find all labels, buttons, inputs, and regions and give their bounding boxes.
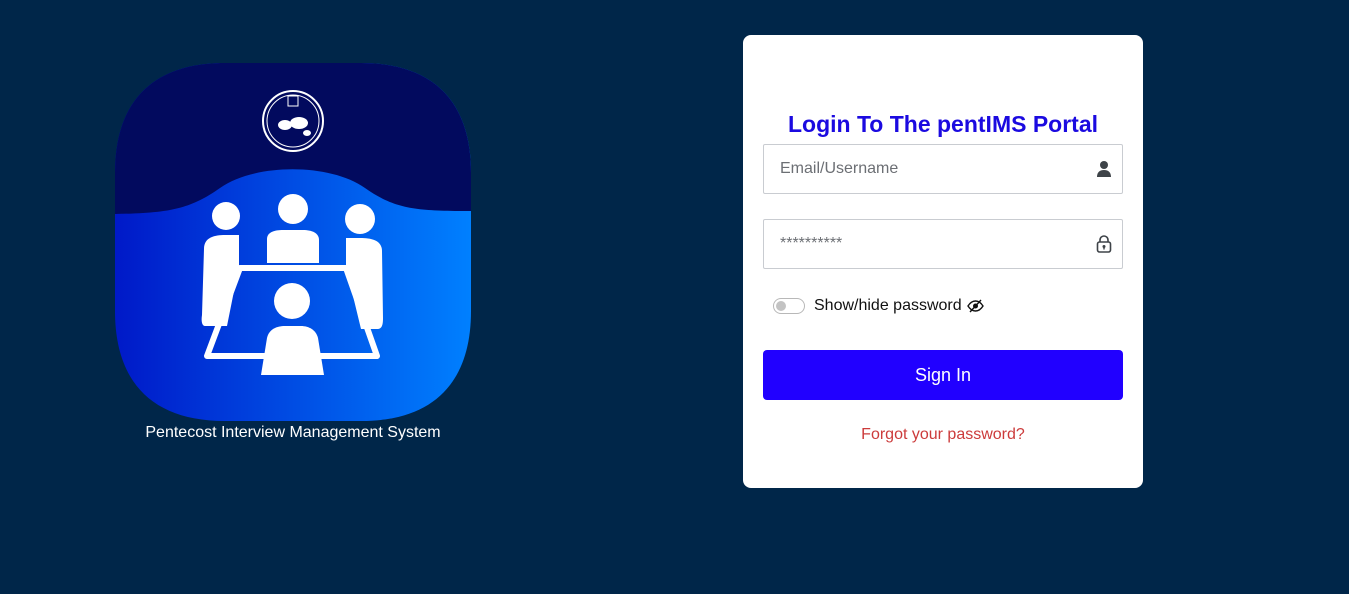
app-logo	[115, 63, 471, 421]
toggle-knob	[776, 301, 786, 311]
lock-icon	[1096, 235, 1112, 253]
login-title: Login To The pentIMS Portal	[787, 111, 1099, 137]
login-card: Login To The pentIMS Portal Show/hide pa…	[743, 35, 1143, 488]
eye-slash-icon	[966, 299, 984, 313]
email-field[interactable]	[763, 144, 1123, 194]
brand-caption: Pentecost Interview Management System	[145, 424, 441, 441]
password-field[interactable]	[763, 219, 1123, 269]
sign-in-button[interactable]: Sign In	[763, 350, 1123, 400]
forgot-password-link[interactable]: Forgot your password?	[743, 426, 1143, 444]
user-icon	[1097, 161, 1111, 177]
meeting-table-icon	[115, 63, 471, 421]
login-page: Pentecost Interview Management System Lo…	[0, 0, 1349, 594]
password-input[interactable]	[764, 220, 1100, 268]
show-password-toggle-row: Show/hide password	[773, 295, 984, 317]
show-password-label[interactable]: Show/hide password	[814, 296, 962, 316]
show-password-toggle[interactable]	[773, 298, 805, 314]
email-input[interactable]	[764, 145, 1100, 193]
